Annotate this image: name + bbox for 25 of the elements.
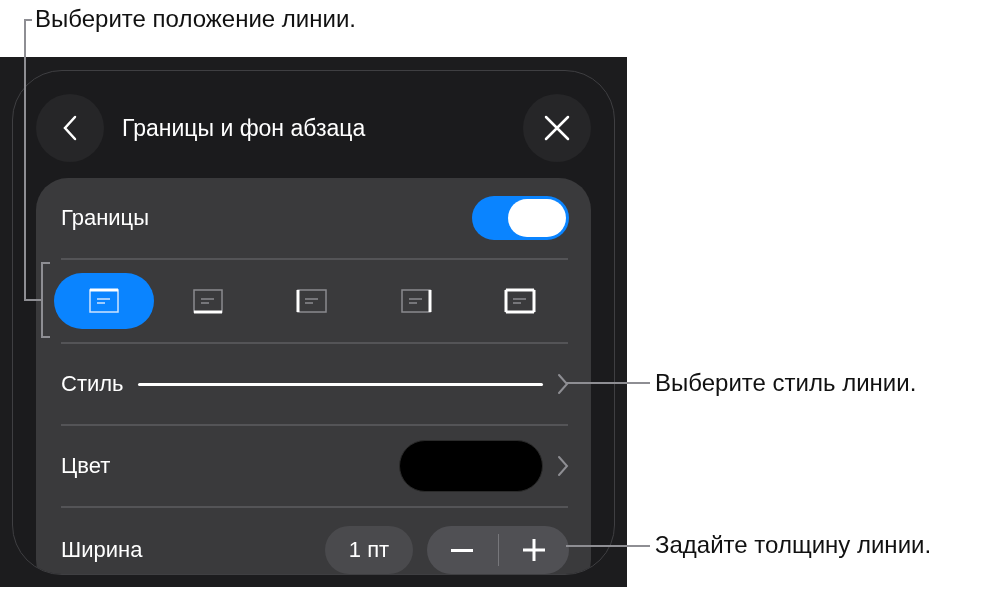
line-style-preview[interactable]: [137, 382, 543, 386]
color-label: Цвет: [61, 453, 112, 479]
width-stepper[interactable]: [427, 526, 569, 574]
close-icon: [544, 115, 570, 141]
panel-title: Границы и фон абзаца: [122, 114, 367, 142]
border-position-icon: [192, 288, 224, 314]
callout-text: Выберите стиль линии.: [655, 368, 918, 398]
callout-text: Задайте толщину линии.: [655, 530, 933, 560]
borders-toggle[interactable]: [472, 196, 569, 240]
chevron-icon: [557, 373, 569, 395]
border-position-icon: [88, 288, 120, 314]
chevron-icon: [557, 455, 569, 477]
width-value: 1 пт: [325, 526, 413, 574]
border-position-icon: [296, 288, 328, 314]
width-label: Ширина: [61, 537, 144, 563]
plus-icon: [522, 539, 545, 561]
color-swatch[interactable]: [399, 440, 543, 492]
back-icon: [63, 115, 77, 141]
minus-icon: [451, 548, 474, 552]
style-label: Стиль: [61, 371, 124, 397]
callout-text: Выберите положение линии.: [35, 5, 356, 32]
border-position-icon: [504, 288, 536, 314]
border-position-button[interactable]: [54, 273, 154, 329]
border-position-icon: [400, 288, 432, 314]
borders-label: Границы: [61, 205, 150, 231]
